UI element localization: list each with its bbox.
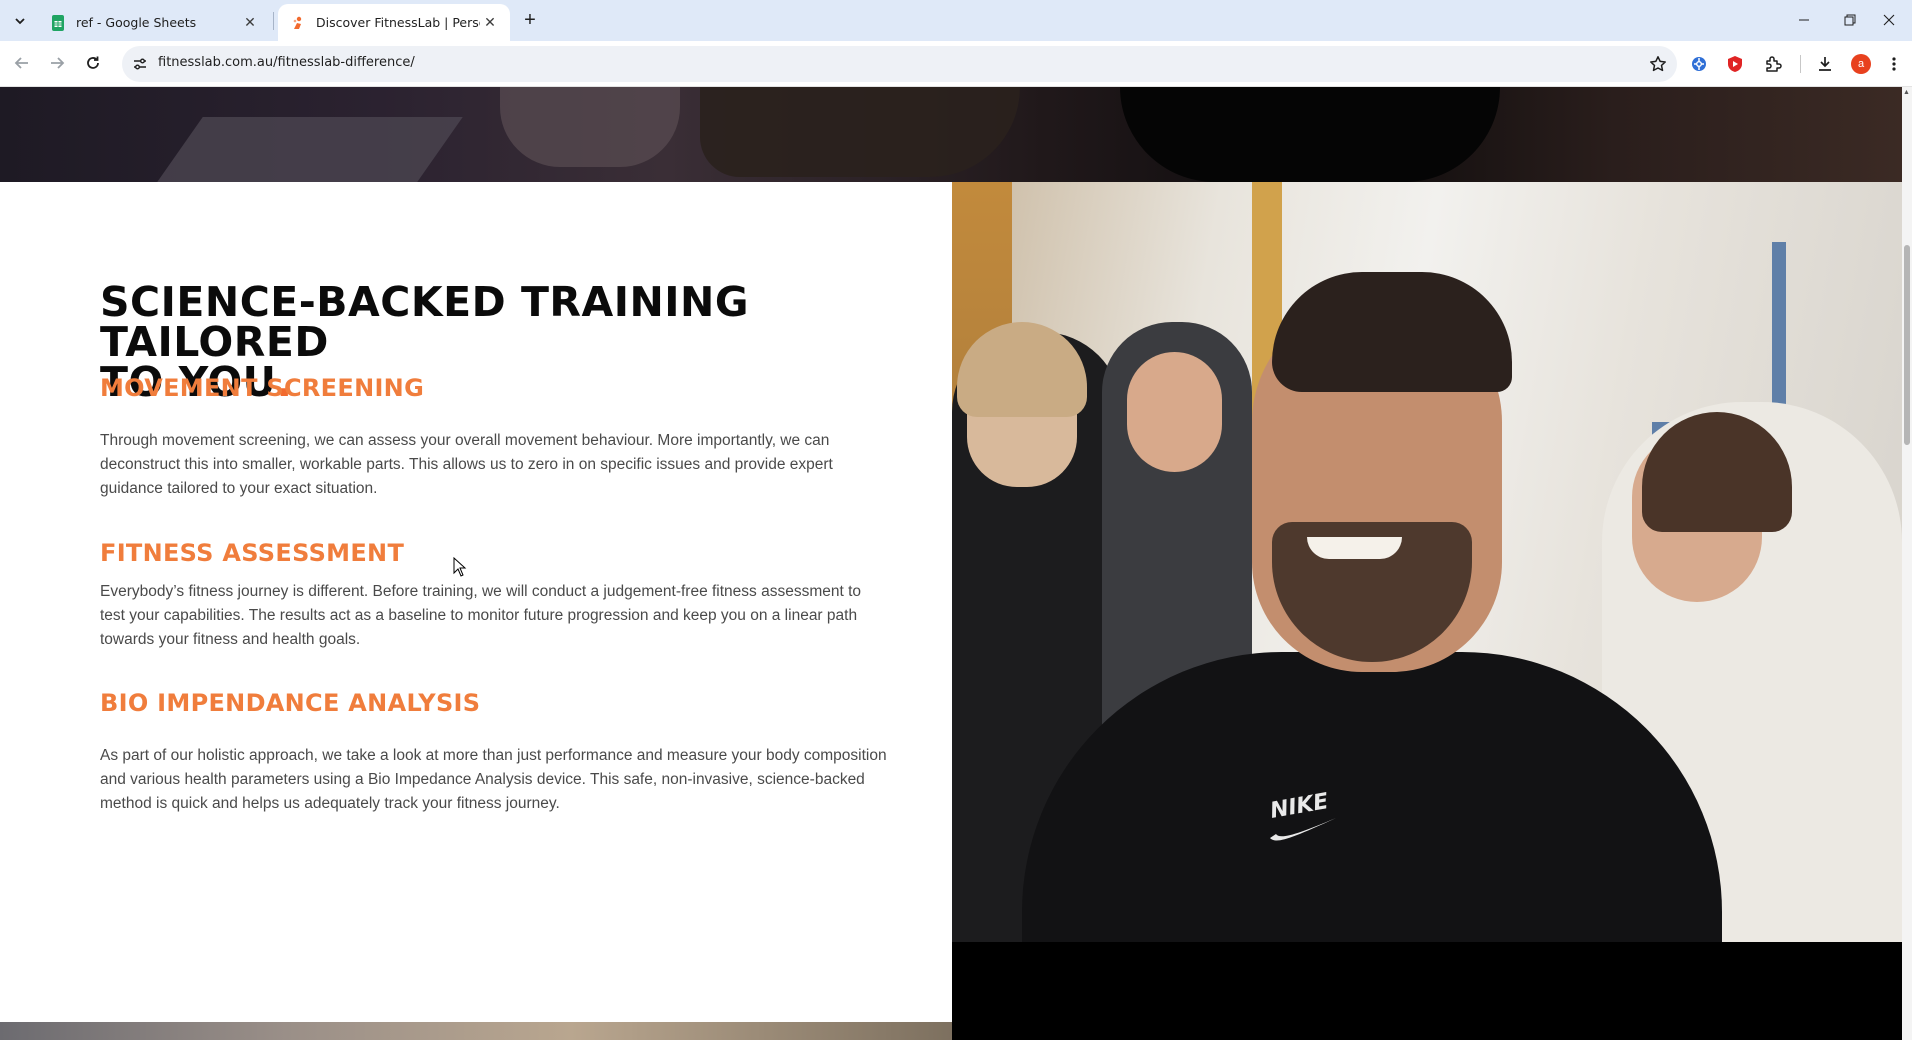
tab-separator (273, 12, 274, 30)
back-arrow-icon[interactable] (8, 49, 36, 77)
mouse-cursor-icon (453, 557, 467, 577)
tab-search-chevron-icon[interactable] (8, 9, 32, 33)
fitnesslab-icon (290, 15, 306, 31)
avatar-initial: a (1851, 54, 1871, 74)
extensions-puzzle-icon[interactable] (1762, 53, 1784, 75)
section-body-movement-screening: Through movement screening, we can asses… (100, 432, 833, 497)
tab-title: Discover FitnessLab | Personal T (316, 15, 480, 30)
extension-globe-icon[interactable] (1688, 53, 1710, 75)
tab-fitnesslab[interactable]: Discover FitnessLab | Personal T ✕ (278, 4, 510, 41)
heading-line-1: SCIENCE-BACKED TRAINING TAILORED (100, 278, 750, 366)
section-title-bio-impedance: BIO IMPENDANCE ANALYSIS (100, 689, 481, 717)
site-info-icon[interactable] (130, 54, 150, 74)
gym-group-photo: NIKE (952, 182, 1902, 942)
url-text: fitnesslab.com.au/fitnesslab-difference/ (158, 55, 415, 70)
new-tab-plus-icon[interactable]: + (518, 8, 542, 32)
bookmark-star-icon[interactable] (1647, 53, 1669, 75)
scrollbar-thumb[interactable] (1904, 245, 1910, 445)
toolbar-separator (1800, 55, 1801, 73)
extension-shield-icon[interactable] (1724, 53, 1746, 75)
minimize-icon[interactable] (1781, 0, 1827, 40)
address-bar[interactable]: fitnesslab.com.au/fitnesslab-difference/ (122, 46, 1677, 82)
more-menu-icon[interactable] (1887, 53, 1901, 75)
browser-toolbar: fitnesslab.com.au/fitnesslab-difference/… (0, 41, 1912, 87)
content-column: SCIENCE-BACKED TRAINING TAILORED TO YOU.… (0, 182, 952, 1022)
next-section-image-strip (0, 1022, 952, 1040)
profile-avatar[interactable]: a (1850, 53, 1872, 75)
section-body-bio-impedance: As part of our holistic approach, we tak… (100, 747, 887, 812)
browser-tab-bar: ref - Google Sheets ✕ Discover FitnessLa… (0, 0, 1912, 41)
download-icon[interactable] (1814, 53, 1836, 75)
tab-google-sheets[interactable]: ref - Google Sheets ✕ (38, 4, 270, 41)
google-sheets-icon (50, 14, 66, 31)
page-viewport: SCIENCE-BACKED TRAINING TAILORED TO YOU.… (0, 87, 1912, 1040)
swoosh-icon (1270, 818, 1336, 841)
close-tab-icon[interactable]: ✕ (240, 13, 260, 33)
tab-title: ref - Google Sheets (76, 15, 197, 30)
page-scrollbar[interactable]: ▲ (1902, 87, 1912, 1040)
photo-column: NIKE (952, 182, 1902, 1040)
close-tab-icon[interactable]: ✕ (480, 13, 500, 33)
close-window-icon[interactable] (1866, 0, 1912, 40)
section-body-fitness-assessment: Everybody’s fitness journey is different… (100, 583, 862, 648)
hero-image-strip (0, 87, 1902, 182)
section-title-fitness-assessment: FITNESS ASSESSMENT (100, 539, 405, 567)
scroll-up-arrow-icon[interactable]: ▲ (1903, 89, 1910, 96)
forward-arrow-icon[interactable] (43, 49, 71, 77)
reload-icon[interactable] (79, 49, 107, 77)
section-title-movement-screening: MOVEMENT SCREENING (100, 374, 425, 402)
